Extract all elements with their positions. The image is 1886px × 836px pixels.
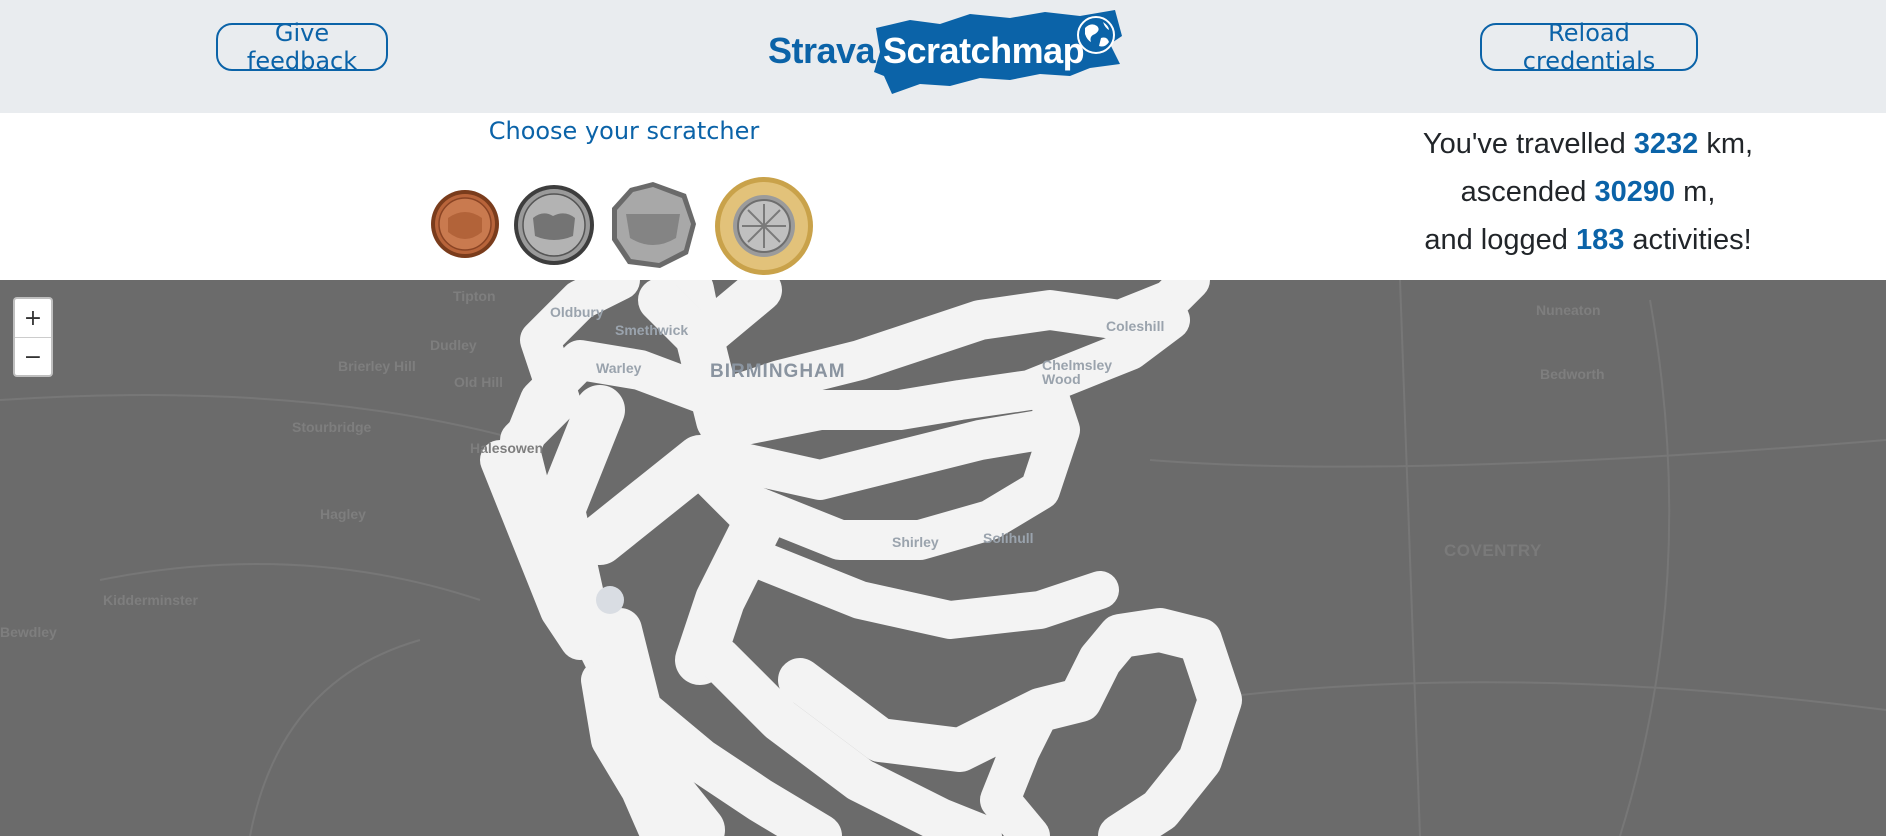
map-label-warley: Warley	[596, 360, 642, 376]
map-label-stourbridge: Stourbridge	[292, 419, 372, 435]
elevation-unit: m,	[1683, 176, 1716, 208]
ten-pence-coin[interactable]	[513, 184, 595, 266]
map-label-chelmsley-wood: Chelmsley Wood	[1042, 357, 1113, 387]
map-label-dudley: Dudley	[430, 337, 477, 353]
two-pounds-coin[interactable]	[714, 176, 814, 276]
map-canvas[interactable]	[0, 280, 1886, 836]
distance-value: 3232	[1633, 128, 1699, 160]
activities-prefix: and logged	[1424, 224, 1568, 256]
map-label-bedworth: Bedworth	[1540, 366, 1605, 382]
fifty-pence-coin[interactable]	[608, 180, 698, 270]
map-label-coventry: COVENTRY	[1444, 541, 1542, 560]
map-label-shirley: Shirley	[892, 534, 939, 550]
map-label-hagley: Hagley	[320, 506, 366, 522]
activities-value: 183	[1575, 224, 1625, 256]
elevation-value: 30290	[1594, 176, 1676, 208]
one-penny-coin[interactable]	[430, 188, 500, 260]
top-navbar: Give feedback Strava Scratchmap Reload c…	[0, 0, 1886, 113]
elevation-prefix: ascended	[1460, 176, 1587, 208]
reload-credentials-button[interactable]: Reload credentials	[1480, 19, 1698, 75]
zoom-control: + −	[13, 297, 53, 377]
logo-strava-text: Strava	[768, 30, 876, 71]
map-label-old-hill: Old Hill	[454, 374, 503, 390]
globe-icon	[1077, 16, 1115, 54]
distance-prefix: You've travelled	[1422, 128, 1626, 160]
map-lake	[596, 586, 624, 614]
map-label-nuneaton: Nuneaton	[1536, 302, 1601, 318]
zoom-in-button[interactable]: +	[15, 299, 51, 338]
map-label-brierley-hill: Brierley Hill	[338, 358, 416, 374]
give-feedback-button[interactable]: Give feedback	[216, 19, 388, 75]
zoom-out-button[interactable]: −	[15, 338, 51, 376]
stats-activities-line: and logged 183 activities!	[1388, 216, 1788, 264]
map-label-smethwick: Smethwick	[615, 322, 689, 338]
map-label-solihull: Solihull	[983, 530, 1034, 546]
stats-elevation-line: ascended 30290 m,	[1388, 168, 1788, 216]
activities-suffix: activities!	[1632, 224, 1752, 256]
map-label-bewdley: Bewdley	[0, 624, 57, 640]
map-label-oldbury: Oldbury	[550, 304, 604, 320]
logo-scratchmap-text: Scratchmap	[883, 30, 1085, 71]
map-label-birmingham: BIRMINGHAM	[710, 361, 846, 382]
distance-unit: km,	[1706, 128, 1754, 160]
map-label-kidderminster: Kidderminster	[103, 592, 198, 608]
map-label-tipton: Tipton	[453, 288, 496, 304]
strava-scratchmap-logo: Strava Scratchmap	[765, 6, 1130, 98]
scratch-map[interactable]: Tipton Dudley Oldbury Smethwick Brierley…	[0, 280, 1886, 836]
map-label-coleshill: Coleshill	[1106, 318, 1165, 334]
map-label-halesowen: Halesowen	[470, 440, 544, 456]
stats-distance-line: You've travelled 3232 km,	[1388, 120, 1788, 168]
activity-stats: You've travelled 3232 km, ascended 30290…	[1388, 120, 1788, 264]
choose-scratcher-label: Choose your scratcher	[488, 117, 760, 145]
